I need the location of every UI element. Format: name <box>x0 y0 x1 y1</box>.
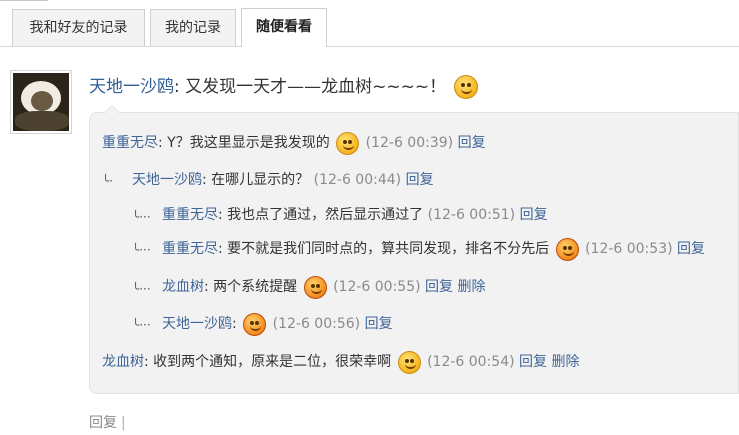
reply-tree-marker: ╰··· <box>132 210 151 224</box>
comment-row: 重重无尽: Y？我这里显示是我发现的 (12-6 00:39) 回复 <box>102 130 486 156</box>
reply-button[interactable]: 回复 <box>425 279 453 295</box>
laugh-smiley-icon <box>397 350 421 374</box>
comment-row: 天地一沙鸥: (12-6 00:56) 回复 <box>162 311 393 337</box>
post-text: : 又发现一天才——龙血树~~~~！ <box>174 77 447 97</box>
comment-author-link[interactable]: 重重无尽 <box>162 207 218 223</box>
avatar[interactable] <box>10 70 72 134</box>
comment-time: (12-6 00:56) <box>272 316 361 332</box>
thinking-smiley-icon <box>336 131 360 155</box>
reply-button[interactable]: 回复 <box>520 207 548 223</box>
comment-text: : 收到两个通知，原来是二位，很荣幸啊 <box>144 354 392 370</box>
post-author-link[interactable]: 天地一沙鸥 <box>89 77 174 97</box>
comment-time: (12-6 00:44) <box>313 172 402 188</box>
comment-author-link[interactable]: 龙血树 <box>162 279 204 295</box>
delete-button[interactable]: 删除 <box>457 279 485 295</box>
tab-my-records[interactable]: 我的记录 <box>150 9 236 46</box>
reply-tree-marker: ╰··· <box>132 318 151 332</box>
delete-button[interactable]: 删除 <box>551 354 579 370</box>
comment-author-link[interactable]: 天地一沙鸥 <box>132 172 202 188</box>
reply-tree-marker: ╰··· <box>132 282 151 296</box>
reply-button[interactable]: 回复 <box>677 241 705 257</box>
comment-text: : <box>232 316 242 332</box>
comment-author-link[interactable]: 重重无尽 <box>102 135 158 151</box>
reply-button[interactable]: 回复 <box>458 135 486 151</box>
comment-text: : Y？我这里显示是我发现的 <box>158 135 330 151</box>
comment-row: 龙血树: 两个系统提醒 (12-6 00:55) 回复 删除 <box>162 274 485 300</box>
comment-text: : 在哪儿显示的？ <box>202 172 310 188</box>
tab-friends-records[interactable]: 我和好友的记录 <box>12 9 145 46</box>
comment-time: (12-6 00:55) <box>333 279 421 295</box>
comment-row: 天地一沙鸥: 在哪儿显示的？ (12-6 00:44) 回复 <box>132 167 434 193</box>
comment-text: : 要不就是我们同时点的，算共同发现，排名不分先后 <box>218 241 550 257</box>
comment-time: (12-6 00:54) <box>427 354 515 370</box>
comment-time: (12-6 00:51) <box>427 207 516 223</box>
comment-row: 龙血树: 收到两个通知，原来是二位，很荣幸啊 (12-6 00:54) 回复 删… <box>102 349 579 375</box>
comment-time: (12-6 00:39) <box>365 135 454 151</box>
comment-text: : 两个系统提醒 <box>204 279 298 295</box>
comment-author-link[interactable]: 龙血树 <box>102 354 144 370</box>
tab-bar: 我和好友的记录 我的记录 随便看看 <box>0 0 739 47</box>
comment-time: (12-6 00:53) <box>585 241 673 257</box>
reply-tree-marker: ╰· <box>102 174 114 188</box>
grin-smiley-icon <box>303 275 327 299</box>
post-reply-button[interactable]: 回复 <box>89 415 117 431</box>
comment-text: : 我也点了通过，然后显示通过了 <box>218 207 424 223</box>
post-footer: 回复 | <box>89 413 126 433</box>
comment-author-link[interactable]: 天地一沙鸥 <box>162 316 232 332</box>
crying-smiley-icon <box>243 312 267 336</box>
comment-row: 重重无尽: 我也点了通过，然后显示通过了 (12-6 00:51) 回复 <box>162 202 548 228</box>
post-content: 天地一沙鸥: 又发现一天才——龙血树~~~~！ <box>89 74 480 100</box>
tongue-smiley-icon <box>555 237 579 261</box>
reply-button[interactable]: 回复 <box>365 316 393 332</box>
reply-tree-marker: ╰··· <box>132 243 151 257</box>
surprised-smiley-icon <box>453 75 478 99</box>
comment-row: 重重无尽: 要不就是我们同时点的，算共同发现，排名不分先后 (12-6 00:5… <box>162 236 705 262</box>
comment-author-link[interactable]: 重重无尽 <box>162 241 218 257</box>
tab-browse-random[interactable]: 随便看看 <box>241 8 327 47</box>
footer-separator: | <box>121 415 126 431</box>
reply-button[interactable]: 回复 <box>406 172 434 188</box>
reply-button[interactable]: 回复 <box>519 354 547 370</box>
avatar-image <box>13 73 69 131</box>
